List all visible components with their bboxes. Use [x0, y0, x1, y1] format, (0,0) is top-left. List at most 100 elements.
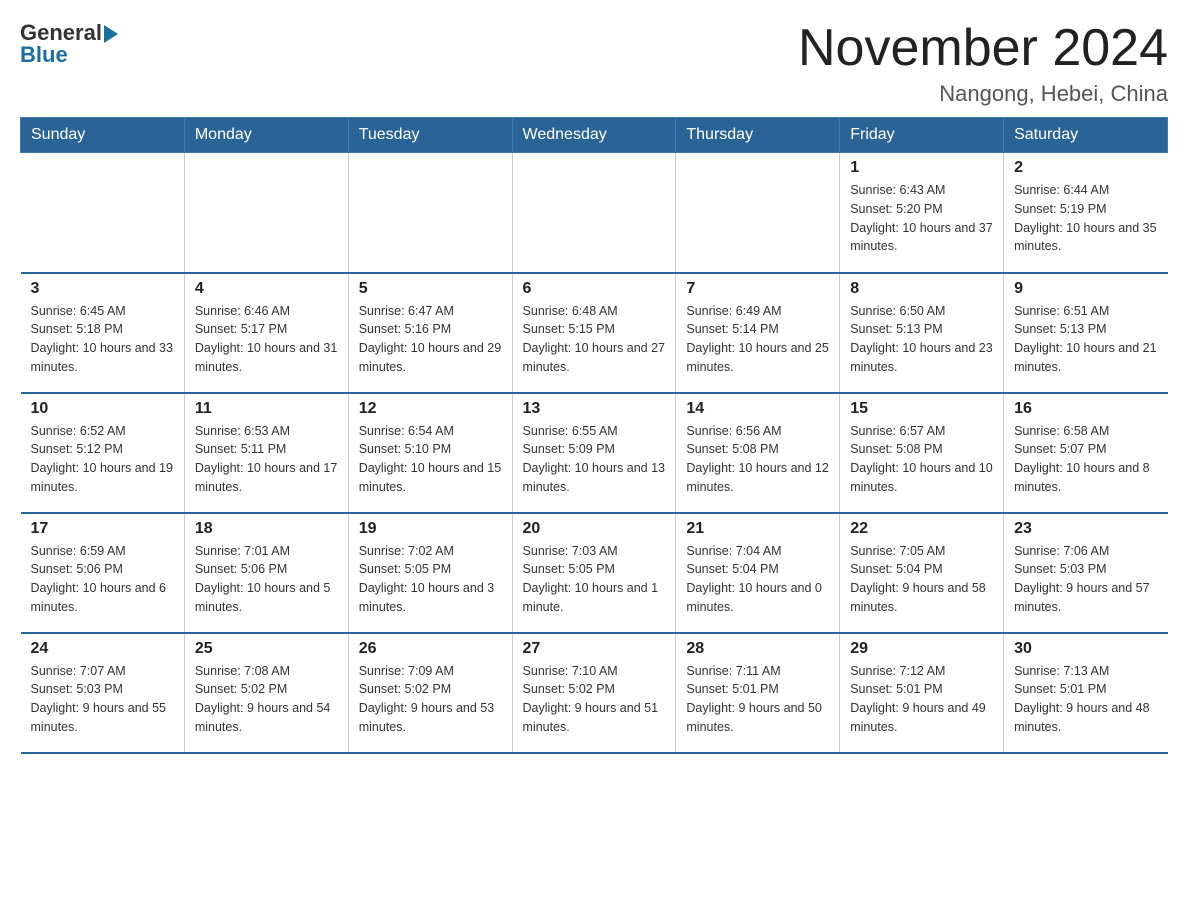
day-info: Sunrise: 7:01 AMSunset: 5:06 PMDaylight:…: [195, 542, 338, 617]
location: Nangong, Hebei, China: [798, 81, 1168, 107]
day-info: Sunrise: 6:51 AMSunset: 5:13 PMDaylight:…: [1014, 302, 1157, 377]
calendar-cell: 21Sunrise: 7:04 AMSunset: 5:04 PMDayligh…: [676, 513, 840, 633]
calendar-cell: 15Sunrise: 6:57 AMSunset: 5:08 PMDayligh…: [840, 393, 1004, 513]
day-number: 18: [195, 520, 338, 538]
day-info: Sunrise: 7:05 AMSunset: 5:04 PMDaylight:…: [850, 542, 993, 617]
day-number: 9: [1014, 280, 1157, 298]
week-row-3: 10 Sunrise: 6:52 AMSunset: 5:12 PMDayligh…: [21, 393, 1168, 513]
calendar-body: 1Sunrise: 6:43 AMSunset: 5:20 PMDaylight…: [21, 153, 1168, 753]
day-number: 16: [1014, 400, 1157, 418]
day-number: 5: [359, 280, 502, 298]
logo-blue-text: Blue: [20, 42, 118, 68]
calendar-cell: 7 Sunrise: 6:49 AMSunset: 5:14 PMDaylight…: [676, 273, 840, 393]
calendar-cell: 9 Sunrise: 6:51 AMSunset: 5:13 PMDaylight…: [1004, 273, 1168, 393]
calendar-cell: 16 Sunrise: 6:58 AMSunset: 5:07 PMDayligh…: [1004, 393, 1168, 513]
day-info: Sunrise: 7:06 AMSunset: 5:03 PMDaylight:…: [1014, 542, 1157, 617]
week-row-2: 3 Sunrise: 6:45 AMSunset: 5:18 PMDaylight…: [21, 273, 1168, 393]
calendar-cell: 17 Sunrise: 6:59 AMSunset: 5:06 PMDayligh…: [21, 513, 185, 633]
logo: General Blue: [20, 20, 118, 68]
day-number: 13: [523, 400, 666, 418]
calendar-cell: 19 Sunrise: 7:02 AMSunset: 5:05 PMDayligh…: [348, 513, 512, 633]
calendar-cell: 23Sunrise: 7:06 AMSunset: 5:03 PMDayligh…: [1004, 513, 1168, 633]
page-header: General Blue November 2024 Nangong, Hebe…: [20, 20, 1168, 107]
day-info: Sunrise: 6:56 AMSunset: 5:08 PMDaylight:…: [686, 422, 829, 497]
day-info: Sunrise: 7:09 AMSunset: 5:02 PMDaylight:…: [359, 662, 502, 737]
calendar-cell: 11Sunrise: 6:53 AMSunset: 5:11 PMDayligh…: [184, 393, 348, 513]
calendar-header: SundayMondayTuesdayWednesdayThursdayFrid…: [21, 118, 1168, 153]
day-number: 14: [686, 400, 829, 418]
day-info: Sunrise: 6:55 AMSunset: 5:09 PMDaylight:…: [523, 422, 666, 497]
day-info: Sunrise: 6:59 AMSunset: 5:06 PMDaylight:…: [31, 542, 174, 617]
day-info: Sunrise: 6:43 AMSunset: 5:20 PMDaylight:…: [850, 181, 993, 256]
header-wednesday: Wednesday: [512, 118, 676, 153]
day-number: 28: [686, 640, 829, 658]
week-row-4: 17 Sunrise: 6:59 AMSunset: 5:06 PMDayligh…: [21, 513, 1168, 633]
calendar-cell: 10 Sunrise: 6:52 AMSunset: 5:12 PMDayligh…: [21, 393, 185, 513]
calendar-table: SundayMondayTuesdayWednesdayThursdayFrid…: [20, 117, 1168, 754]
day-info: Sunrise: 6:47 AMSunset: 5:16 PMDaylight:…: [359, 302, 502, 377]
day-number: 10: [31, 400, 174, 418]
logo-arrow-icon: [104, 25, 118, 43]
day-info: Sunrise: 6:54 AMSunset: 5:10 PMDaylight:…: [359, 422, 502, 497]
calendar-cell: [184, 153, 348, 273]
month-title: November 2024: [798, 20, 1168, 77]
day-number: 26: [359, 640, 502, 658]
header-tuesday: Tuesday: [348, 118, 512, 153]
calendar-cell: 18 Sunrise: 7:01 AMSunset: 5:06 PMDayligh…: [184, 513, 348, 633]
day-info: Sunrise: 7:10 AMSunset: 5:02 PMDaylight:…: [523, 662, 666, 737]
day-info: Sunrise: 7:08 AMSunset: 5:02 PMDaylight:…: [195, 662, 338, 737]
calendar-cell: 4Sunrise: 6:46 AMSunset: 5:17 PMDaylight…: [184, 273, 348, 393]
calendar-cell: [348, 153, 512, 273]
calendar-cell: 13 Sunrise: 6:55 AMSunset: 5:09 PMDayligh…: [512, 393, 676, 513]
day-number: 30: [1014, 640, 1157, 658]
header-friday: Friday: [840, 118, 1004, 153]
day-number: 7: [686, 280, 829, 298]
calendar-cell: [21, 153, 185, 273]
day-info: Sunrise: 6:50 AMSunset: 5:13 PMDaylight:…: [850, 302, 993, 377]
day-info: Sunrise: 7:11 AMSunset: 5:01 PMDaylight:…: [686, 662, 829, 737]
calendar-cell: 28 Sunrise: 7:11 AMSunset: 5:01 PMDayligh…: [676, 633, 840, 753]
day-info: Sunrise: 7:07 AMSunset: 5:03 PMDaylight:…: [31, 662, 174, 737]
calendar-cell: 24 Sunrise: 7:07 AMSunset: 5:03 PMDayligh…: [21, 633, 185, 753]
calendar-cell: 29 Sunrise: 7:12 AMSunset: 5:01 PMDayligh…: [840, 633, 1004, 753]
calendar-cell: [676, 153, 840, 273]
title-section: November 2024 Nangong, Hebei, China: [798, 20, 1168, 107]
day-info: Sunrise: 6:52 AMSunset: 5:12 PMDaylight:…: [31, 422, 174, 497]
day-number: 11: [195, 400, 338, 418]
day-info: Sunrise: 6:44 AMSunset: 5:19 PMDaylight:…: [1014, 181, 1157, 256]
header-thursday: Thursday: [676, 118, 840, 153]
day-number: 2: [1014, 159, 1157, 177]
day-info: Sunrise: 6:45 AMSunset: 5:18 PMDaylight:…: [31, 302, 174, 377]
day-number: 12: [359, 400, 502, 418]
day-info: Sunrise: 6:58 AMSunset: 5:07 PMDaylight:…: [1014, 422, 1157, 497]
calendar-cell: 30 Sunrise: 7:13 AMSunset: 5:01 PMDayligh…: [1004, 633, 1168, 753]
day-number: 15: [850, 400, 993, 418]
day-number: 8: [850, 280, 993, 298]
week-row-1: 1Sunrise: 6:43 AMSunset: 5:20 PMDaylight…: [21, 153, 1168, 273]
day-number: 29: [850, 640, 993, 658]
day-number: 22: [850, 520, 993, 538]
day-number: 19: [359, 520, 502, 538]
calendar-cell: 26 Sunrise: 7:09 AMSunset: 5:02 PMDayligh…: [348, 633, 512, 753]
calendar-cell: 14 Sunrise: 6:56 AMSunset: 5:08 PMDayligh…: [676, 393, 840, 513]
day-info: Sunrise: 7:13 AMSunset: 5:01 PMDaylight:…: [1014, 662, 1157, 737]
calendar-cell: 1Sunrise: 6:43 AMSunset: 5:20 PMDaylight…: [840, 153, 1004, 273]
day-info: Sunrise: 6:48 AMSunset: 5:15 PMDaylight:…: [523, 302, 666, 377]
calendar-cell: 25Sunrise: 7:08 AMSunset: 5:02 PMDayligh…: [184, 633, 348, 753]
day-info: Sunrise: 7:12 AMSunset: 5:01 PMDaylight:…: [850, 662, 993, 737]
day-number: 24: [31, 640, 174, 658]
calendar-cell: 12 Sunrise: 6:54 AMSunset: 5:10 PMDayligh…: [348, 393, 512, 513]
calendar-cell: 2 Sunrise: 6:44 AMSunset: 5:19 PMDaylight…: [1004, 153, 1168, 273]
calendar-cell: 3 Sunrise: 6:45 AMSunset: 5:18 PMDaylight…: [21, 273, 185, 393]
day-number: 20: [523, 520, 666, 538]
calendar-cell: 5 Sunrise: 6:47 AMSunset: 5:16 PMDaylight…: [348, 273, 512, 393]
day-number: 17: [31, 520, 174, 538]
day-info: Sunrise: 6:49 AMSunset: 5:14 PMDaylight:…: [686, 302, 829, 377]
week-row-5: 24 Sunrise: 7:07 AMSunset: 5:03 PMDayligh…: [21, 633, 1168, 753]
day-info: Sunrise: 7:02 AMSunset: 5:05 PMDaylight:…: [359, 542, 502, 617]
header-sunday: Sunday: [21, 118, 185, 153]
calendar-cell: [512, 153, 676, 273]
day-number: 4: [195, 280, 338, 298]
day-number: 3: [31, 280, 174, 298]
day-number: 27: [523, 640, 666, 658]
